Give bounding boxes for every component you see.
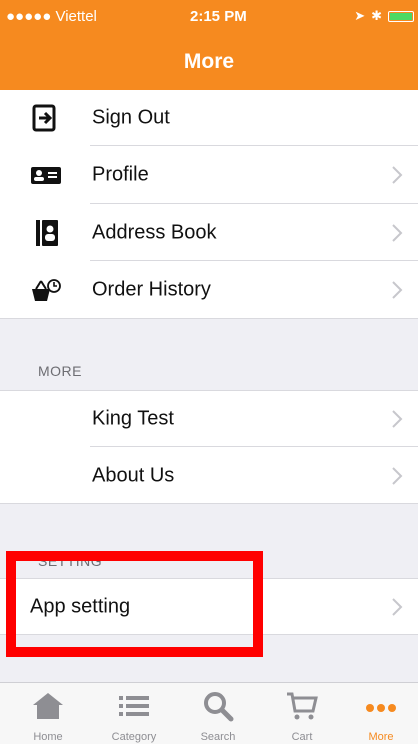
tab-more[interactable]: More xyxy=(344,683,418,744)
page-title: More xyxy=(183,50,235,73)
profile-label: Profile xyxy=(92,163,149,186)
search-icon xyxy=(204,692,234,722)
tab-category-label: Category xyxy=(111,731,157,743)
tab-home-label: Home xyxy=(33,731,63,743)
profile-card-icon xyxy=(31,167,61,184)
list-icon xyxy=(119,696,149,716)
chevron-right-icon xyxy=(392,597,403,616)
tab-category[interactable]: Category xyxy=(92,683,176,744)
app-setting-row[interactable]: App setting xyxy=(0,578,418,635)
order-history-label: Order History xyxy=(92,278,211,301)
tab-cart-label: Cart xyxy=(291,731,313,743)
chevron-right-icon xyxy=(392,410,403,428)
sign-out-icon xyxy=(32,104,56,132)
tab-search-label: Search xyxy=(200,731,236,743)
location-icon: ➤ xyxy=(354,8,366,23)
status-time: 2:15 PM xyxy=(190,8,247,25)
carrier-label: ●●●●● Viettel xyxy=(6,8,97,25)
chevron-right-icon xyxy=(392,281,403,299)
sign-out-row[interactable]: Sign Out xyxy=(0,90,418,146)
order-history-row[interactable]: Order History xyxy=(0,261,418,319)
more-dots-icon xyxy=(366,704,396,712)
tab-cart[interactable]: Cart xyxy=(260,683,344,744)
tab-bar: Home Category Search Cart More xyxy=(0,682,418,744)
section-header-more: MORE xyxy=(38,363,82,379)
battery-icon xyxy=(388,10,414,22)
chevron-right-icon xyxy=(392,223,403,242)
status-bar: ●●●●● Viettel 2:15 PM ➤ ✱ xyxy=(0,0,418,34)
king-test-row[interactable]: King Test xyxy=(0,390,418,447)
about-us-row[interactable]: About Us xyxy=(0,447,418,504)
address-book-icon xyxy=(36,219,58,246)
tab-more-label: More xyxy=(368,731,394,743)
address-book-label: Address Book xyxy=(92,221,217,243)
sign-out-label: Sign Out xyxy=(92,106,170,129)
status-indicators: ➤ ✱ xyxy=(354,8,414,24)
chevron-right-icon xyxy=(392,466,403,485)
tab-home[interactable]: Home xyxy=(6,683,90,744)
chevron-right-icon xyxy=(392,166,403,184)
profile-row[interactable]: Profile xyxy=(0,146,418,204)
basket-clock-icon xyxy=(32,279,61,301)
section-header-setting: SETTING xyxy=(38,553,103,569)
address-book-row[interactable]: Address Book xyxy=(0,204,418,261)
app-setting-label: App setting xyxy=(30,595,131,617)
bluetooth-icon: ✱ xyxy=(371,8,382,23)
cart-icon xyxy=(287,692,318,720)
king-test-label: King Test xyxy=(92,407,174,430)
tab-search[interactable]: Search xyxy=(176,683,260,744)
nav-bar: ●●●●● Viettel 2:15 PM ➤ ✱ More xyxy=(0,0,418,90)
about-us-label: About Us xyxy=(92,464,175,486)
home-icon xyxy=(33,693,63,719)
